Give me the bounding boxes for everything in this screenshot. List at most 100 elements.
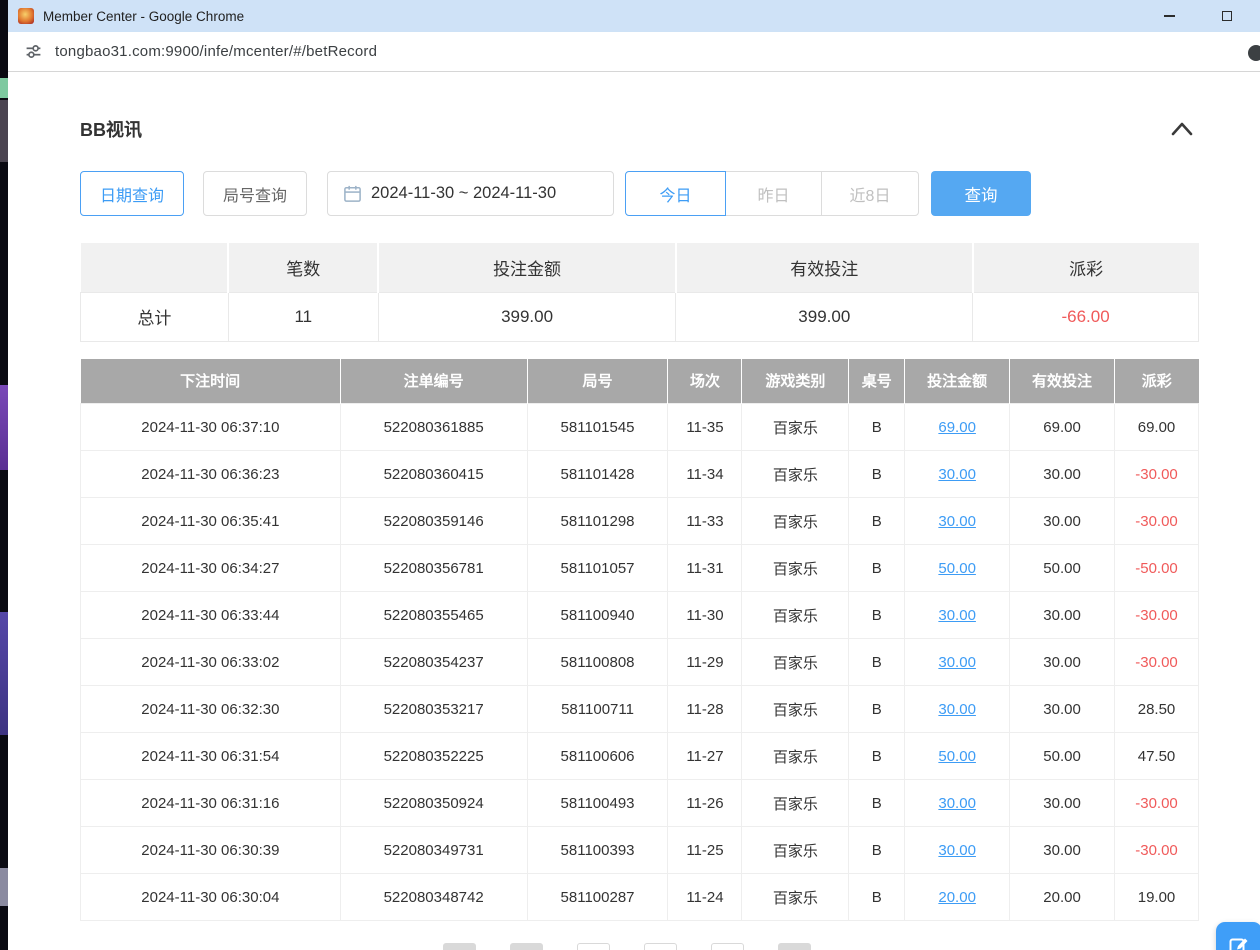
pagination-page-button[interactable]: [711, 943, 744, 950]
cell-game: 百家乐: [742, 874, 849, 921]
bet-amount-link[interactable]: 20.00: [938, 889, 976, 906]
table-row: 2024-11-30 06:30:04522080348742581100287…: [81, 874, 1199, 921]
cell-time: 2024-11-30 06:36:23: [81, 451, 341, 498]
pagination-page-button[interactable]: [577, 943, 610, 950]
summary-total-row: 总计 11 399.00 399.00 -66.00: [81, 292, 1199, 341]
cell-game: 百家乐: [742, 780, 849, 827]
cell-time: 2024-11-30 06:33:02: [81, 639, 341, 686]
summary-header-count: 笔数: [228, 243, 378, 292]
cell-session: 11-25: [668, 827, 742, 874]
desktop-edge-strip: [0, 0, 8, 950]
cell-payout: -30.00: [1115, 780, 1199, 827]
url-field[interactable]: tongbao31.com:9900/infe/mcenter/#/betRec…: [55, 43, 377, 60]
cell-valid: 30.00: [1010, 639, 1115, 686]
last-8-days-button[interactable]: 近8日: [821, 171, 919, 216]
cell-game: 百家乐: [742, 639, 849, 686]
cell-valid: 20.00: [1010, 874, 1115, 921]
table-row: 2024-11-30 06:33:44522080355465581100940…: [81, 592, 1199, 639]
summary-count: 11: [228, 292, 378, 341]
bet-amount-link[interactable]: 30.00: [938, 701, 976, 718]
cell-session: 11-30: [668, 592, 742, 639]
table-row: 2024-11-30 06:31:16522080350924581100493…: [81, 780, 1199, 827]
cell-payout: 19.00: [1115, 874, 1199, 921]
cell-bet: 69.00: [905, 404, 1010, 451]
section-header: BB视讯: [80, 116, 1199, 142]
cell-round: 581101545: [527, 404, 668, 451]
cell-valid: 30.00: [1010, 686, 1115, 733]
browser-profile-icon[interactable]: [1248, 45, 1260, 61]
maximize-button[interactable]: [1220, 0, 1234, 32]
cell-table_no: B: [849, 498, 905, 545]
cell-time: 2024-11-30 06:35:41: [81, 498, 341, 545]
cell-game: 百家乐: [742, 451, 849, 498]
bet-amount-link[interactable]: 30.00: [938, 466, 976, 483]
cell-time: 2024-11-30 06:32:30: [81, 686, 341, 733]
summary-bet-amount: 399.00: [378, 292, 676, 341]
browser-window: Member Center - Google Chrome tongbao31.…: [8, 0, 1260, 950]
bet-amount-link[interactable]: 30.00: [938, 513, 976, 530]
cell-order: 522080354237: [340, 639, 527, 686]
address-bar: tongbao31.com:9900/infe/mcenter/#/betRec…: [8, 32, 1260, 72]
customer-service-fab[interactable]: [1216, 922, 1260, 950]
cell-order: 522080349731: [340, 827, 527, 874]
cell-session: 11-28: [668, 686, 742, 733]
round-query-tab[interactable]: 局号查询: [203, 171, 307, 216]
column-header: 投注金额: [905, 359, 1010, 404]
cell-game: 百家乐: [742, 733, 849, 780]
bet-amount-link[interactable]: 30.00: [938, 607, 976, 624]
cell-time: 2024-11-30 06:31:54: [81, 733, 341, 780]
window-title: Member Center - Google Chrome: [43, 9, 244, 24]
desktop-edge-block: [0, 78, 8, 98]
collapse-section-button[interactable]: [1169, 120, 1195, 138]
site-settings-icon[interactable]: [25, 43, 42, 60]
desktop-edge-block: [0, 100, 8, 162]
minimize-button[interactable]: [1162, 0, 1176, 32]
cell-game: 百家乐: [742, 545, 849, 592]
window-titlebar: Member Center - Google Chrome: [8, 0, 1260, 32]
pagination-prev-button[interactable]: [443, 943, 476, 950]
cell-time: 2024-11-30 06:34:27: [81, 545, 341, 592]
date-range-value: 2024-11-30 ~ 2024-11-30: [371, 184, 556, 203]
desktop-edge-block: [0, 868, 8, 906]
cell-payout: 28.50: [1115, 686, 1199, 733]
edit-chat-icon: [1227, 933, 1251, 950]
cell-session: 11-29: [668, 639, 742, 686]
bet-record-table: 下注时间注单编号局号场次游戏类别桌号投注金额有效投注派彩 2024-11-30 …: [80, 359, 1199, 922]
cell-order: 522080352225: [340, 733, 527, 780]
cell-bet: 30.00: [905, 592, 1010, 639]
desktop-edge-block: [0, 385, 8, 470]
cell-round: 581100393: [527, 827, 668, 874]
table-row: 2024-11-30 06:36:23522080360415581101428…: [81, 451, 1199, 498]
summary-header-bet: 投注金额: [378, 243, 676, 292]
column-header: 有效投注: [1010, 359, 1115, 404]
date-query-tab[interactable]: 日期查询: [80, 171, 184, 216]
cell-game: 百家乐: [742, 686, 849, 733]
yesterday-button[interactable]: 昨日: [725, 171, 822, 216]
cell-order: 522080359146: [340, 498, 527, 545]
today-button[interactable]: 今日: [625, 171, 726, 216]
cell-valid: 30.00: [1010, 451, 1115, 498]
table-row: 2024-11-30 06:30:39522080349731581100393…: [81, 827, 1199, 874]
cell-table_no: B: [849, 874, 905, 921]
pagination-next-button[interactable]: [778, 943, 811, 950]
window-controls: [1162, 0, 1234, 32]
cell-table_no: B: [849, 451, 905, 498]
page-title: BB视讯: [80, 116, 142, 142]
search-button[interactable]: 查询: [931, 171, 1031, 216]
cell-table_no: B: [849, 827, 905, 874]
pagination-page-button[interactable]: [510, 943, 543, 950]
date-range-picker[interactable]: 2024-11-30 ~ 2024-11-30: [327, 171, 614, 216]
bet-amount-link[interactable]: 30.00: [938, 842, 976, 859]
cell-table_no: B: [849, 545, 905, 592]
cell-order: 522080348742: [340, 874, 527, 921]
bet-amount-link[interactable]: 50.00: [938, 560, 976, 577]
bet-amount-link[interactable]: 69.00: [938, 419, 976, 436]
cell-bet: 30.00: [905, 498, 1010, 545]
cell-round: 581100287: [527, 874, 668, 921]
bet-amount-link[interactable]: 30.00: [938, 654, 976, 671]
cell-payout: -30.00: [1115, 827, 1199, 874]
bet-amount-link[interactable]: 50.00: [938, 748, 976, 765]
pagination-page-button[interactable]: [644, 943, 677, 950]
cell-table_no: B: [849, 639, 905, 686]
bet-amount-link[interactable]: 30.00: [938, 795, 976, 812]
